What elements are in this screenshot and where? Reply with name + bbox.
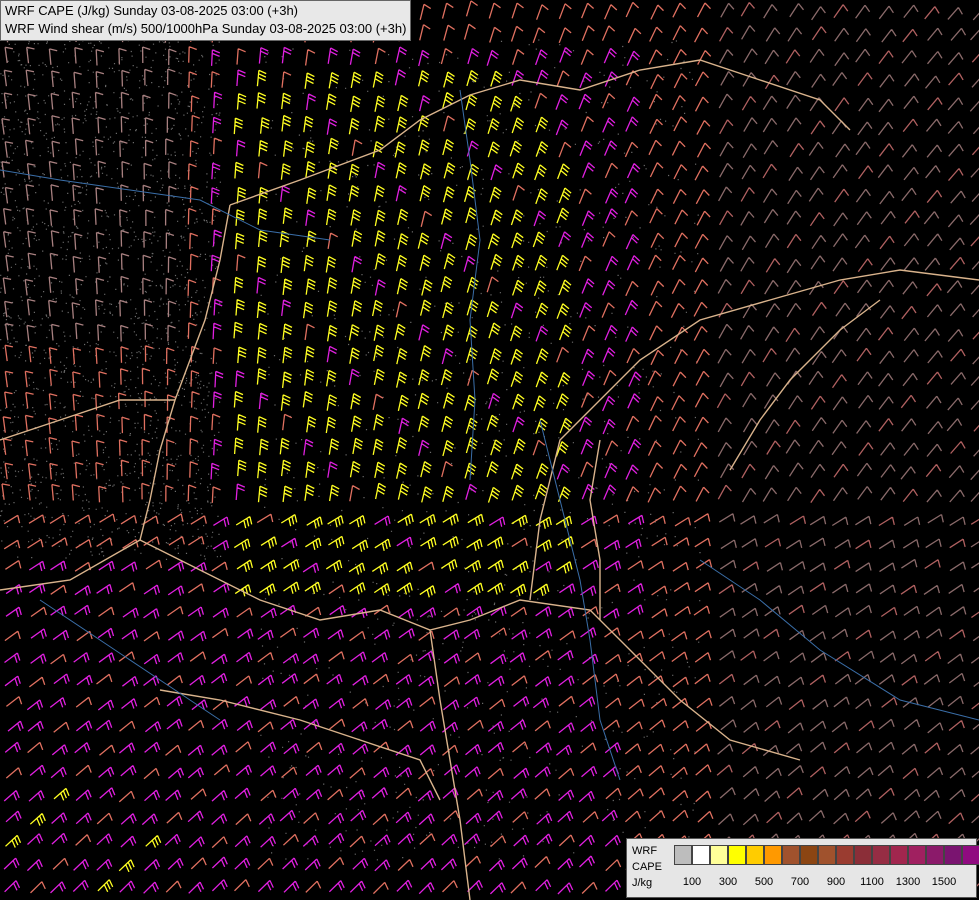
legend-swatch [728,845,746,865]
legend-swatch [800,845,818,865]
legend-swatch [890,845,908,865]
wind-shear-map [0,0,979,900]
legend-swatch [764,845,782,865]
legend-swatch [818,845,836,865]
map-title: WRF CAPE (J/kg) Sunday 03-08-2025 03:00 … [0,0,412,41]
legend-label-unit: J/kg [632,877,653,889]
legend-label-variable: CAPE [632,861,662,873]
legend-tick-label: 700 [790,876,810,888]
legend-tick-label: 100 [682,876,702,888]
legend-swatch [710,845,728,865]
legend-swatch [872,845,890,865]
cape-legend: WRF CAPE J/kg 100 300 500 700 900 1100 1300 150… [626,838,979,898]
legend-swatch [746,845,764,865]
legend-swatch [926,845,944,865]
legend-tick-label: 900 [826,876,846,888]
legend-swatch [692,845,710,865]
title-wind-shear: WRF Wind shear (m/s) 500/1000hPa Sunday … [5,21,407,36]
legend-swatch [836,845,854,865]
legend-swatch [782,845,800,865]
legend-swatch [854,845,872,865]
legend-tick-label: 1500 [931,876,957,888]
title-cape: WRF CAPE (J/kg) Sunday 03-08-2025 03:00 … [5,3,299,18]
legend-swatches [674,845,979,865]
legend-swatch [962,845,979,865]
legend-tick-label: 1300 [895,876,921,888]
legend-swatch [944,845,962,865]
legend-label-model: WRF [632,845,658,857]
legend-tick-label: 500 [754,876,774,888]
legend-swatch [908,845,926,865]
legend-tick-label: 1100 [860,876,884,888]
legend-swatch [674,845,692,865]
legend-tick-label: 300 [718,876,738,888]
